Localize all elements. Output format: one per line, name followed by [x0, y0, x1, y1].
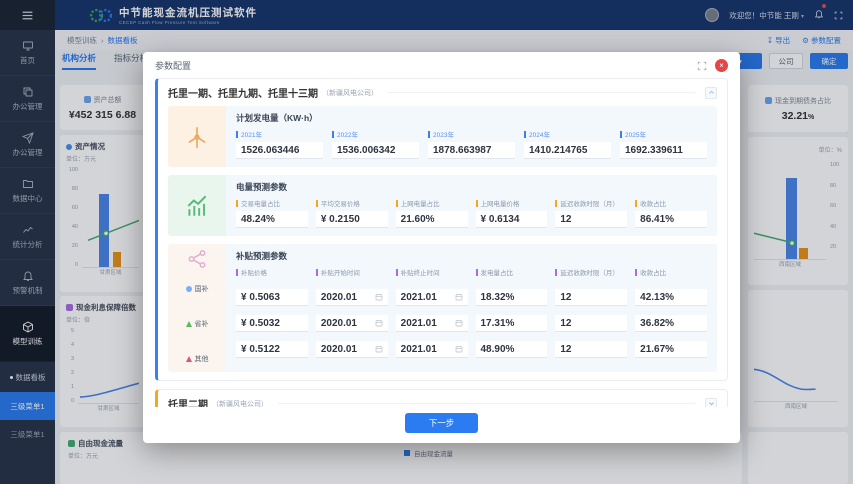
calendar-icon — [375, 293, 383, 301]
power-forecast-panel: 电量预测参数 交易电量占比 48.24% 平均交易价格 ¥ 0.2150 — [168, 175, 717, 236]
close-icon[interactable]: × — [715, 59, 728, 72]
column-header: 延迟收款时限（月） — [555, 267, 627, 277]
column-header: 收款占比 — [635, 267, 707, 277]
forecast-value-input[interactable]: ¥ 0.2150 — [316, 211, 388, 228]
subsidy-row-label-national: 国补 — [186, 276, 209, 302]
chevron-up-icon — [708, 89, 715, 96]
subsidy-gen-ratio-input[interactable]: 18.32% — [476, 289, 548, 306]
subsidy-collect-input[interactable]: 21.67% — [635, 341, 707, 358]
divider — [278, 403, 695, 404]
forecast-field: 收款占比 86.41% — [635, 198, 707, 228]
subsidy-panel: 国补 省补 其他 补贴预测参数 补贴价格 补贴开始时间 补贴终止时间 发电量占比 — [168, 244, 717, 372]
panel-title: 计划发电量（KW·h） — [236, 112, 707, 124]
section-header[interactable]: 托里一期、托里九期、托里十三期 （新疆风电公司） — [158, 79, 727, 106]
dialog-body: 托里一期、托里九期、托里十三期 （新疆风电公司） 计划发电量（KW·h） — [143, 76, 740, 407]
wind-turbine-icon — [184, 124, 210, 150]
expand-button[interactable] — [705, 398, 717, 408]
collapse-button[interactable] — [705, 87, 717, 99]
year-value-input[interactable]: 1536.006342 — [332, 142, 419, 159]
year-field: 2025年 1692.339611 — [620, 129, 707, 159]
section-tuoli-1: 托里一期、托里九期、托里十三期 （新疆风电公司） 计划发电量（KW·h） — [155, 78, 728, 381]
year-value-input[interactable]: 1692.339611 — [620, 142, 707, 159]
subsidy-row-label-other: 其他 — [186, 346, 209, 372]
section-title: 托里二期 — [168, 396, 208, 407]
subsidy-delay-input[interactable]: 12 — [555, 315, 627, 332]
section-company: （新疆风电公司） — [212, 399, 268, 408]
subsidy-delay-input[interactable]: 12 — [555, 289, 627, 306]
year-value-input[interactable]: 1410.214765 — [524, 142, 611, 159]
year-field: 2022年 1536.006342 — [332, 129, 419, 159]
calendar-icon — [455, 293, 463, 301]
subsidy-end-date-input[interactable]: 2021.01 — [396, 315, 468, 332]
subsidy-price-input[interactable]: ¥ 0.5032 — [236, 315, 308, 332]
app-root: 首页 办公管理 办公管理 数据中心 统计分析 预警机制 模型训练 数据看板 — [0, 0, 853, 484]
year-field: 2024年 1410.214765 — [524, 129, 611, 159]
year-field: 2021年 1526.063446 — [236, 129, 323, 159]
section-header[interactable]: 托里二期 （新疆风电公司） — [158, 390, 727, 407]
bar-chart-up-icon — [184, 193, 210, 219]
forecast-field: 交易电量占比 48.24% — [236, 198, 308, 228]
share-nodes-icon — [186, 248, 208, 270]
subsidy-price-input[interactable]: ¥ 0.5063 — [236, 289, 308, 306]
provincial-subsidy-icon — [186, 321, 192, 327]
subsidy-end-date-input[interactable]: 2021.01 — [396, 289, 468, 306]
panel-title: 补贴预测参数 — [236, 250, 707, 262]
subsidy-delay-input[interactable]: 12 — [555, 341, 627, 358]
maximize-icon[interactable] — [697, 61, 707, 71]
forecast-field: 延迟收款时限（月） 12 — [555, 198, 627, 228]
forecast-field: 上网电量占比 21.60% — [396, 198, 468, 228]
chevron-down-icon — [708, 400, 715, 407]
section-title: 托里一期、托里九期、托里十三期 — [168, 85, 318, 100]
subsidy-collect-input[interactable]: 42.13% — [635, 289, 707, 306]
param-config-dialog: 参数配置 × 托里一期、托里九期、托里十三期 （新疆风电公司） — [143, 52, 740, 443]
forecast-value-input[interactable]: 48.24% — [236, 211, 308, 228]
subsidy-row-label-provincial: 省补 — [186, 311, 209, 337]
year-value-input[interactable]: 1526.063446 — [236, 142, 323, 159]
forecast-field: 平均交易价格 ¥ 0.2150 — [316, 198, 388, 228]
forecast-value-input[interactable]: 12 — [555, 211, 627, 228]
column-header: 补贴终止时间 — [396, 267, 468, 277]
section-tuoli-2: 托里二期 （新疆风电公司） — [155, 389, 728, 407]
national-subsidy-icon — [186, 286, 192, 292]
column-header: 补贴价格 — [236, 267, 308, 277]
forecast-value-input[interactable]: ¥ 0.6134 — [476, 211, 548, 228]
calendar-icon — [375, 345, 383, 353]
subsidy-gen-ratio-input[interactable]: 48.90% — [476, 341, 548, 358]
panel-title: 电量预测参数 — [236, 181, 707, 193]
subsidy-collect-input[interactable]: 36.82% — [635, 315, 707, 332]
calendar-icon — [455, 319, 463, 327]
subsidy-gen-ratio-input[interactable]: 17.31% — [476, 315, 548, 332]
other-subsidy-icon — [186, 356, 192, 362]
subsidy-price-input[interactable]: ¥ 0.5122 — [236, 341, 308, 358]
forecast-field: 上网电量价格 ¥ 0.6134 — [476, 198, 548, 228]
forecast-value-input[interactable]: 86.41% — [635, 211, 707, 228]
subsidy-start-date-input[interactable]: 2020.01 — [316, 341, 388, 358]
subsidy-end-date-input[interactable]: 2021.01 — [396, 341, 468, 358]
next-step-button[interactable]: 下一步 — [405, 413, 479, 433]
year-value-input[interactable]: 1878.663987 — [428, 142, 515, 159]
divider — [388, 92, 695, 93]
dialog-footer: 下一步 — [143, 407, 740, 443]
subsidy-start-date-input[interactable]: 2020.01 — [316, 289, 388, 306]
power-plan-panel: 计划发电量（KW·h） 2021年 1526.063446 2022年 1536… — [168, 106, 717, 167]
section-company: （新疆风电公司） — [322, 88, 378, 98]
forecast-value-input[interactable]: 21.60% — [396, 211, 468, 228]
column-header: 发电量占比 — [476, 267, 548, 277]
calendar-icon — [375, 319, 383, 327]
dialog-header: 参数配置 × — [143, 52, 740, 76]
dialog-title: 参数配置 — [155, 59, 697, 72]
column-header: 补贴开始时间 — [316, 267, 388, 277]
subsidy-start-date-input[interactable]: 2020.01 — [316, 315, 388, 332]
calendar-icon — [455, 345, 463, 353]
year-field: 2023年 1878.663987 — [428, 129, 515, 159]
